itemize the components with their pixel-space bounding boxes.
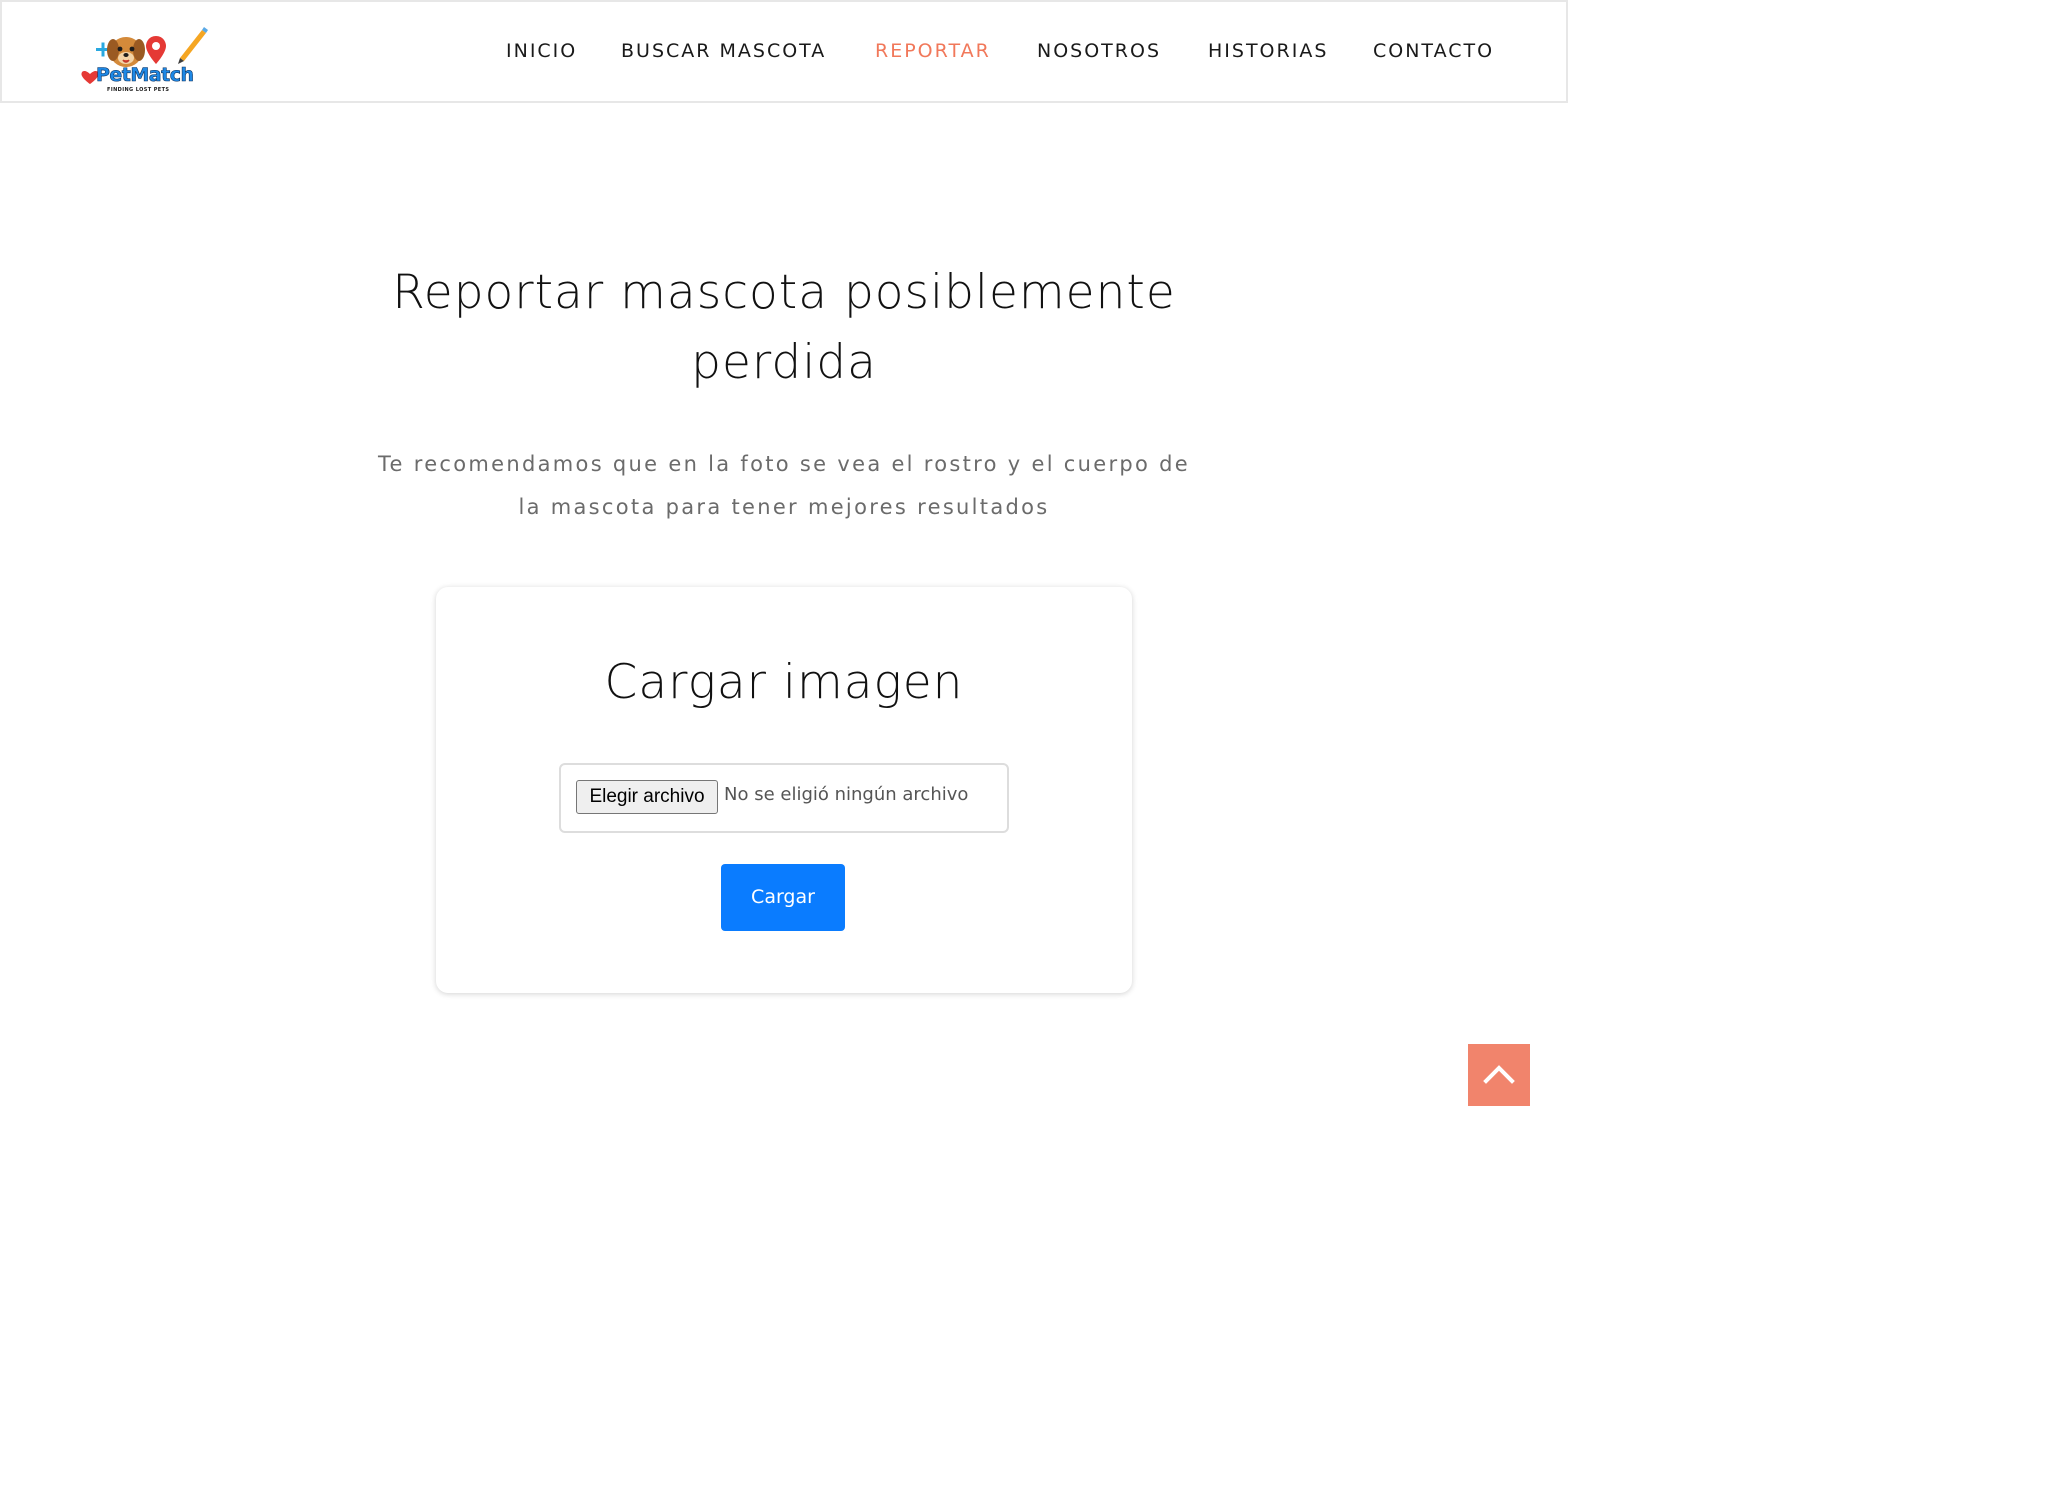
file-status-text: No se eligió ningún archivo [724, 784, 969, 805]
main-nav: INICIO BUSCAR MASCOTA REPORTAR NOSOTROS … [2, 40, 1566, 66]
upload-button[interactable]: Cargar [721, 864, 845, 931]
nav-item-buscar-mascota[interactable]: BUSCAR MASCOTA [621, 40, 826, 62]
page-title-line-2: perdida [691, 335, 877, 390]
site-header: PetMatch FINDING LOST PETS INICIO BUSCAR… [0, 0, 1568, 103]
nav-item-reportar[interactable]: REPORTAR [875, 40, 991, 62]
logo-wordmark: PetMatch [96, 64, 195, 87]
logo-tagline: FINDING LOST PETS [107, 87, 170, 93]
scroll-to-top-button[interactable] [1468, 1044, 1530, 1106]
nav-item-historias[interactable]: HISTORIAS [1208, 40, 1328, 62]
choose-file-button[interactable]: Elegir archivo [576, 780, 718, 814]
nav-item-inicio[interactable]: INICIO [506, 40, 577, 62]
upload-card-title: Cargar imagen [604, 655, 964, 710]
page-subtitle: Te recomendamos que en la foto se vea el… [334, 443, 1234, 529]
page-subtitle-line-2: la mascota para tener mejores resultados [518, 495, 1050, 519]
nav-item-nosotros[interactable]: NOSOTROS [1037, 40, 1161, 62]
page-title-line-1: Reportar mascota posiblemente [392, 265, 1176, 320]
chevron-up-icon [1483, 1065, 1515, 1084]
page-title: Reportar mascota posiblemente perdida [284, 258, 1284, 398]
nav-item-contacto[interactable]: CONTACTO [1373, 40, 1494, 62]
page-subtitle-line-1: Te recomendamos que en la foto se vea el… [377, 452, 1191, 476]
